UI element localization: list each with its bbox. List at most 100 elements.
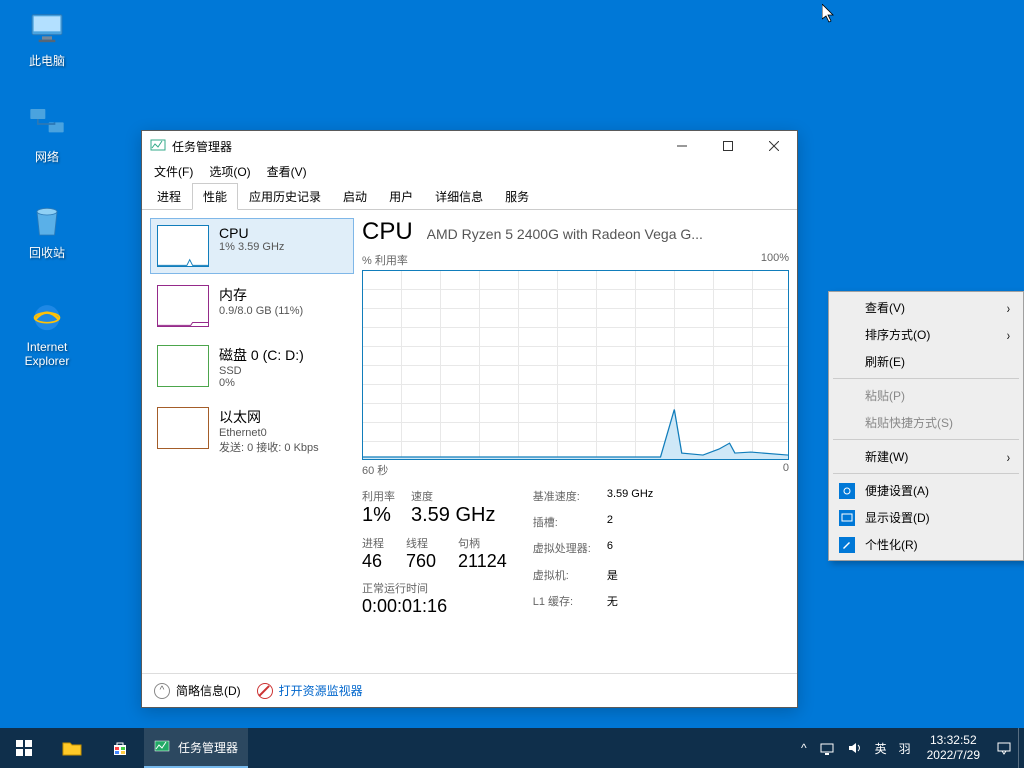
- side-sub2: 发送: 0 接收: 0 Kbps: [219, 439, 319, 455]
- sidebar-item-disk[interactable]: 磁盘 0 (C: D:) SSD 0%: [150, 338, 354, 396]
- tabs: 进程 性能 应用历史记录 启动 用户 详细信息 服务: [142, 182, 797, 210]
- taskbar-task-taskmgr[interactable]: 任务管理器: [144, 728, 248, 768]
- chart-bottom-left: 60 秒: [362, 462, 388, 478]
- taskbar: 任务管理器 ^ 英 羽 13:32:52 2022/7/29: [0, 728, 1024, 768]
- separator: [833, 473, 1019, 474]
- tab-users[interactable]: 用户: [378, 183, 424, 210]
- cm-personalize[interactable]: 个性化(R): [831, 531, 1021, 558]
- network-icon: [27, 104, 67, 144]
- side-name: 磁盘 0 (C: D:): [219, 345, 304, 365]
- settings-icon: [839, 483, 855, 499]
- desktop-icon-recycle-bin[interactable]: 回收站: [10, 200, 84, 261]
- chart-top-right: 100%: [761, 252, 789, 268]
- base-k: 基准速度:: [533, 488, 591, 512]
- close-button[interactable]: [751, 131, 797, 161]
- personalize-icon: [839, 537, 855, 553]
- cm-label: 查看(V): [865, 299, 905, 316]
- tab-services[interactable]: 服务: [494, 183, 540, 210]
- speed-val: 3.59 GHz: [411, 504, 495, 527]
- handle-val: 21124: [458, 551, 507, 572]
- vm-v: 是: [607, 567, 653, 591]
- uptime-val: 0:00:01:16: [362, 596, 507, 617]
- desktop-icon-this-pc[interactable]: 此电脑: [10, 8, 84, 69]
- cm-quick-settings[interactable]: 便捷设置(A): [831, 477, 1021, 504]
- proc-val: 46: [362, 551, 384, 572]
- tray-network-icon[interactable]: [813, 728, 841, 768]
- thread-label: 线程: [406, 535, 436, 551]
- show-desktop-button[interactable]: [1018, 728, 1024, 768]
- menu-options[interactable]: 选项(O): [201, 161, 258, 182]
- side-name: CPU: [219, 225, 284, 241]
- base-v: 3.59 GHz: [607, 488, 653, 512]
- taskbar-explorer[interactable]: [48, 728, 96, 768]
- menu-file[interactable]: 文件(F): [146, 161, 201, 182]
- maximize-button[interactable]: [705, 131, 751, 161]
- taskbar-store[interactable]: [96, 728, 144, 768]
- clock-time: 13:32:52: [927, 733, 980, 748]
- cm-paste: 粘贴(P): [831, 382, 1021, 409]
- sidebar-item-ethernet[interactable]: 以太网 Ethernet0 发送: 0 接收: 0 Kbps: [150, 400, 354, 462]
- handle-label: 句柄: [458, 535, 507, 551]
- open-resmon-link[interactable]: 打开资源监视器: [279, 682, 363, 699]
- eth-thumb: [157, 407, 209, 449]
- taskmgr-footer: ^ 简略信息(D) 打开资源监视器: [142, 673, 797, 707]
- icon-label: 回收站: [10, 244, 84, 261]
- cpu-chart: [362, 270, 789, 460]
- start-button[interactable]: [0, 728, 48, 768]
- tab-processes[interactable]: 进程: [146, 183, 192, 210]
- menubar: 文件(F) 选项(O) 查看(V): [142, 161, 797, 182]
- pc-icon: [27, 8, 67, 48]
- cm-sort[interactable]: 排序方式(O): [831, 321, 1021, 348]
- socket-v: 2: [607, 514, 653, 538]
- icon-label: 此电脑: [10, 52, 84, 69]
- tray-ime-2[interactable]: 羽: [893, 728, 917, 768]
- menu-view[interactable]: 查看(V): [259, 161, 315, 182]
- resmon-icon: [257, 683, 273, 699]
- cm-display-settings[interactable]: 显示设置(D): [831, 504, 1021, 531]
- minimize-button[interactable]: [659, 131, 705, 161]
- tray-volume-icon[interactable]: [841, 728, 869, 768]
- separator: [833, 439, 1019, 440]
- vproc-k: 虚拟处理器:: [533, 540, 591, 564]
- cm-label: 排序方式(O): [865, 326, 930, 343]
- l1-k: L1 缓存:: [533, 593, 591, 617]
- cpu-info-grid: 基准速度:3.59 GHz 插槽:2 虚拟处理器:6 虚拟机:是 L1 缓存:无: [533, 488, 654, 617]
- cm-label: 粘贴快捷方式(S): [865, 414, 953, 431]
- desktop-icon-ie[interactable]: Internet Explorer: [10, 296, 84, 368]
- cm-label: 显示设置(D): [865, 509, 930, 526]
- sidebar-item-cpu[interactable]: CPU 1% 3.59 GHz: [150, 218, 354, 274]
- util-val: 1%: [362, 504, 395, 527]
- uptime-label: 正常运行时间: [362, 580, 507, 596]
- cm-label: 个性化(R): [865, 536, 918, 553]
- desktop-icon-network[interactable]: 网络: [10, 104, 84, 165]
- side-sub2: 0%: [219, 377, 304, 389]
- sidebar-item-memory[interactable]: 内存 0.9/8.0 GB (11%): [150, 278, 354, 334]
- cm-refresh[interactable]: 刷新(E): [831, 348, 1021, 375]
- thread-val: 760: [406, 551, 436, 572]
- titlebar[interactable]: 任务管理器: [142, 131, 797, 161]
- tab-app-history[interactable]: 应用历史记录: [238, 183, 332, 210]
- clock-date: 2022/7/29: [927, 748, 980, 763]
- vm-k: 虚拟机:: [533, 567, 591, 591]
- tray-clock[interactable]: 13:32:52 2022/7/29: [917, 733, 990, 763]
- chevron-up-icon[interactable]: ^: [154, 683, 170, 699]
- taskbar-task-label: 任务管理器: [178, 739, 238, 756]
- tray-chevron[interactable]: ^: [795, 728, 813, 768]
- vproc-v: 6: [607, 540, 653, 564]
- tray-action-center-icon[interactable]: [990, 728, 1018, 768]
- cm-view[interactable]: 查看(V): [831, 294, 1021, 321]
- main-desc: AMD Ryzen 5 2400G with Radeon Vega G...: [427, 226, 789, 242]
- cm-label: 刷新(E): [865, 353, 905, 370]
- tab-details[interactable]: 详细信息: [424, 183, 494, 210]
- tab-startup[interactable]: 启动: [332, 183, 378, 210]
- cm-new[interactable]: 新建(W): [831, 443, 1021, 470]
- task-manager-window: 任务管理器 文件(F) 选项(O) 查看(V) 进程 性能 应用历史记录 启动 …: [141, 130, 798, 708]
- tab-performance[interactable]: 性能: [192, 183, 238, 210]
- tray-ime-1[interactable]: 英: [869, 728, 893, 768]
- speed-label: 速度: [411, 488, 495, 504]
- disk-thumb: [157, 345, 209, 387]
- performance-sidebar: CPU 1% 3.59 GHz 内存 0.9/8.0 GB (11%) 磁盘 0…: [150, 218, 354, 665]
- cursor-icon: [822, 4, 838, 29]
- cm-label: 新建(W): [865, 448, 908, 465]
- fewer-details-link[interactable]: 简略信息(D): [176, 682, 241, 699]
